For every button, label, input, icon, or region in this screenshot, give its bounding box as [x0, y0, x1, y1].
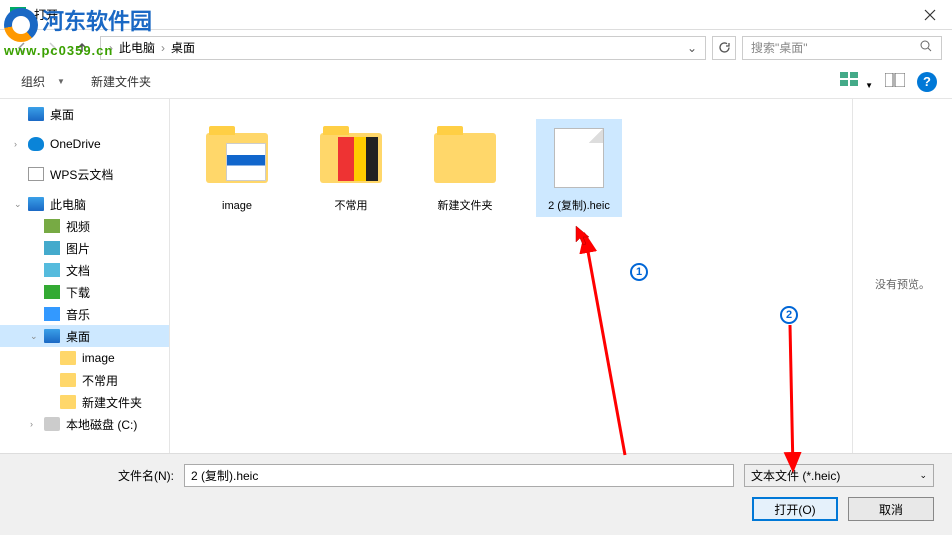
chevron-down-icon[interactable]: ⌄ — [687, 41, 697, 55]
file-label: 2 (复制).heic — [548, 199, 610, 213]
sidebar-item-desktop[interactable]: 桌面 — [0, 103, 169, 125]
file-label: 不常用 — [335, 199, 368, 213]
chevron-down-icon: ⌄ — [14, 199, 22, 210]
download-icon — [44, 285, 60, 299]
breadcrumb-desktop[interactable]: 桌面 — [171, 39, 195, 56]
help-button[interactable]: ? — [917, 72, 937, 92]
folder-icon — [206, 133, 268, 183]
file-item-heic[interactable]: 2 (复制).heic — [536, 119, 622, 217]
filename-input[interactable] — [184, 464, 734, 487]
file-label: image — [222, 199, 252, 213]
refresh-button[interactable] — [712, 36, 736, 60]
breadcrumb-pc[interactable]: 此电脑 — [119, 39, 155, 56]
video-icon — [44, 219, 60, 233]
up-button[interactable] — [70, 36, 94, 60]
desktop-icon — [28, 107, 44, 121]
sidebar-item-unused[interactable]: 不常用 — [0, 369, 169, 391]
chevron-right-icon: › — [109, 41, 113, 55]
sidebar-item-desktop-2[interactable]: ⌄桌面 — [0, 325, 169, 347]
close-icon — [924, 9, 936, 21]
music-icon: ♪ — [44, 307, 60, 321]
address-bar[interactable]: › 此电脑 › 桌面 ⌄ — [100, 36, 706, 60]
sidebar-item-disk-c[interactable]: ›本地磁盘 (C:) — [0, 413, 169, 435]
sidebar-item-newfolder[interactable]: 新建文件夹 — [0, 391, 169, 413]
view-icons-button[interactable]: ▼ — [840, 72, 873, 91]
pc-icon — [28, 197, 44, 211]
disk-icon — [44, 417, 60, 431]
toolbar: 组织 ▼ 新建文件夹 ▼ ? — [0, 65, 952, 99]
file-item-folder[interactable]: image — [194, 119, 280, 217]
sidebar-item-downloads[interactable]: 下载 — [0, 281, 169, 303]
folder-icon — [434, 133, 496, 183]
sidebar-tree[interactable]: 桌面 ›OneDrive WPS云文档 ⌄此电脑 视频 图片 文档 下载 ♪音乐… — [0, 99, 170, 469]
sidebar-item-video[interactable]: 视频 — [0, 215, 169, 237]
folder-icon — [60, 373, 76, 387]
back-button[interactable] — [10, 36, 34, 60]
file-grid[interactable]: image 不常用 新建文件夹 2 (复制).heic — [170, 99, 852, 469]
preview-pane-button[interactable] — [885, 73, 905, 90]
file-label: 新建文件夹 — [438, 199, 493, 213]
sidebar-item-music[interactable]: ♪音乐 — [0, 303, 169, 325]
cancel-button[interactable]: 取消 — [848, 497, 934, 521]
file-icon — [554, 128, 604, 188]
chevron-right-icon: › — [14, 139, 17, 149]
close-button[interactable] — [907, 0, 952, 30]
search-icon — [920, 40, 933, 56]
sidebar-item-wps[interactable]: WPS云文档 — [0, 163, 169, 185]
new-folder-button[interactable]: 新建文件夹 — [85, 69, 157, 94]
search-input[interactable]: 搜索"桌面" — [742, 36, 942, 60]
filename-label: 文件名(N): — [118, 467, 174, 484]
cursor-icon — [575, 225, 593, 247]
file-item-folder[interactable]: 不常用 — [308, 119, 394, 217]
desktop-icon — [44, 329, 60, 343]
sidebar-item-documents[interactable]: 文档 — [0, 259, 169, 281]
window-title: 打开 — [34, 6, 58, 23]
chevron-down-icon: ⌄ — [30, 331, 38, 342]
nav-bar: › 此电脑 › 桌面 ⌄ 搜索"桌面" — [0, 30, 952, 65]
document-icon — [28, 167, 44, 181]
filetype-select[interactable]: 文本文件 (*.heic) ⌄ — [744, 464, 934, 487]
folder-icon — [320, 133, 382, 183]
no-preview-text: 没有预览。 — [875, 276, 930, 292]
folder-icon — [60, 351, 76, 365]
chevron-down-icon: ⌄ — [919, 470, 927, 481]
folder-icon — [60, 395, 76, 409]
onedrive-icon — [28, 137, 44, 151]
chevron-right-icon: › — [161, 41, 165, 55]
chevron-right-icon: › — [30, 419, 33, 429]
sidebar-item-pc[interactable]: ⌄此电脑 — [0, 193, 169, 215]
app-icon — [10, 7, 26, 23]
sidebar-item-onedrive[interactable]: ›OneDrive — [0, 133, 169, 155]
pictures-icon — [44, 241, 60, 255]
preview-pane: 没有预览。 — [852, 99, 952, 469]
sidebar-item-pictures[interactable]: 图片 — [0, 237, 169, 259]
open-button[interactable]: 打开(O) — [752, 497, 838, 521]
file-item-folder[interactable]: 新建文件夹 — [422, 119, 508, 217]
sidebar-item-image[interactable]: image — [0, 347, 169, 369]
organize-menu[interactable]: 组织 — [15, 69, 51, 94]
search-placeholder: 搜索"桌面" — [751, 39, 808, 56]
documents-icon — [44, 263, 60, 277]
annotation-marker-2: 2 — [780, 306, 798, 324]
annotation-marker-1: 1 — [630, 263, 648, 281]
dropdown-icon: ▼ — [57, 77, 65, 86]
dialog-footer: 文件名(N): 文本文件 (*.heic) ⌄ 打开(O) 取消 — [0, 453, 952, 535]
title-bar: 打开 — [0, 0, 952, 30]
forward-button[interactable] — [40, 36, 64, 60]
